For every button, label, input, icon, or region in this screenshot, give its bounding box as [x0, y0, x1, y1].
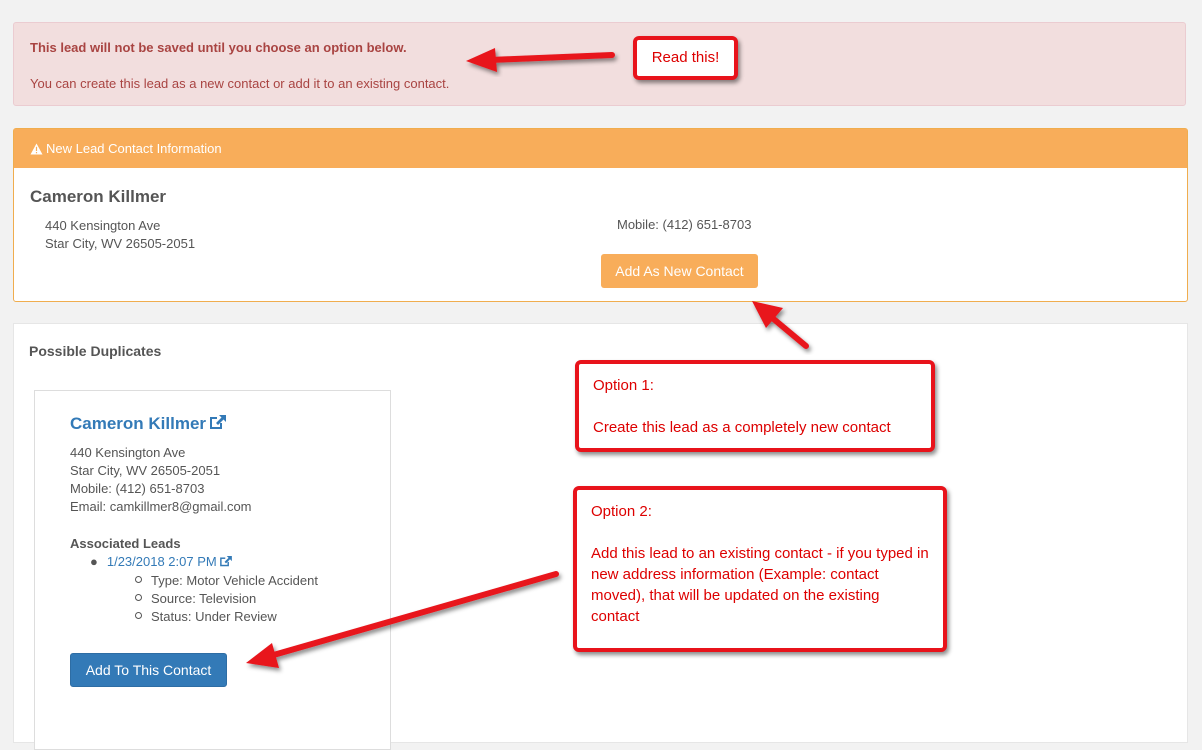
- external-link-icon[interactable]: [210, 415, 227, 430]
- list-item: Type: Motor Vehicle Accident: [135, 572, 318, 590]
- duplicate-contact-link[interactable]: Cameron Killmer: [70, 414, 227, 434]
- circle-bullet-icon: [135, 612, 142, 619]
- duplicate-email: Email: camkillmer8@gmail.com: [70, 499, 252, 514]
- external-link-icon[interactable]: [219, 556, 232, 567]
- option1-callout: Option 1: Create this lead as a complete…: [575, 360, 935, 452]
- lead-mobile: Mobile: (412) 651-8703: [617, 217, 752, 232]
- unsaved-lead-alert: This lead will not be saved until you ch…: [13, 22, 1186, 106]
- option1-title: Option 1:: [593, 377, 654, 394]
- possible-duplicates-title: Possible Duplicates: [29, 343, 162, 359]
- lead-address: 440 Kensington Ave Star City, WV 26505-2…: [45, 217, 195, 253]
- lead-name: Cameron Killmer: [30, 187, 167, 206]
- alert-message: You can create this lead as a new contac…: [30, 76, 450, 91]
- lead-source: Source: Television: [151, 591, 257, 606]
- option1-text: Create this lead as a completely new con…: [593, 419, 891, 436]
- list-item: Status: Under Review: [135, 608, 318, 626]
- alert-strong-text: This lead will not be saved until you ch…: [30, 40, 407, 55]
- lead-address-line1: 440 Kensington Ave: [45, 218, 161, 233]
- new-lead-panel-heading: New Lead Contact Information: [14, 129, 1187, 168]
- duplicate-mobile: Mobile: (412) 651-8703: [70, 481, 205, 496]
- new-lead-heading-text: New Lead Contact Information: [46, 141, 222, 156]
- lead-address-line2: Star City, WV 26505-2051: [45, 236, 196, 251]
- duplicate-contact-details: 440 Kensington Ave Star City, WV 26505-2…: [70, 444, 252, 516]
- lead-type: Type: Motor Vehicle Accident: [151, 573, 318, 588]
- duplicate-contact-card: Cameron Killmer 440 Kensington Ave Star …: [34, 390, 391, 750]
- lead-status: Status: Under Review: [151, 609, 277, 624]
- list-item: Source: Television: [135, 590, 318, 608]
- duplicate-contact-name[interactable]: Cameron Killmer: [70, 414, 206, 433]
- duplicate-address-line1: 440 Kensington Ave: [70, 445, 186, 460]
- circle-bullet-icon: [135, 576, 142, 583]
- new-lead-panel: New Lead Contact Information Cameron Kil…: [13, 128, 1188, 302]
- warning-icon: [30, 143, 43, 155]
- associated-lead-details: Type: Motor Vehicle Accident Source: Tel…: [135, 572, 318, 626]
- add-to-this-contact-button[interactable]: Add To This Contact: [70, 653, 227, 687]
- option2-title: Option 2:: [591, 503, 652, 520]
- add-as-new-contact-button[interactable]: Add As New Contact: [601, 254, 758, 288]
- read-this-text: Read this!: [651, 49, 720, 66]
- associated-lead-link[interactable]: ● 1/23/2018 2:07 PM: [90, 554, 232, 569]
- option2-callout: Option 2: Add this lead to an existing c…: [573, 486, 947, 652]
- associated-lead-date[interactable]: 1/23/2018 2:07 PM: [107, 554, 217, 569]
- circle-bullet-icon: [135, 594, 142, 601]
- duplicate-address-line2: Star City, WV 26505-2051: [70, 463, 221, 478]
- bullet-icon: ●: [90, 554, 98, 569]
- associated-leads-label: Associated Leads: [70, 536, 181, 551]
- read-this-callout: Read this!: [633, 36, 738, 80]
- option2-text: Add this lead to an existing contact - i…: [591, 545, 929, 625]
